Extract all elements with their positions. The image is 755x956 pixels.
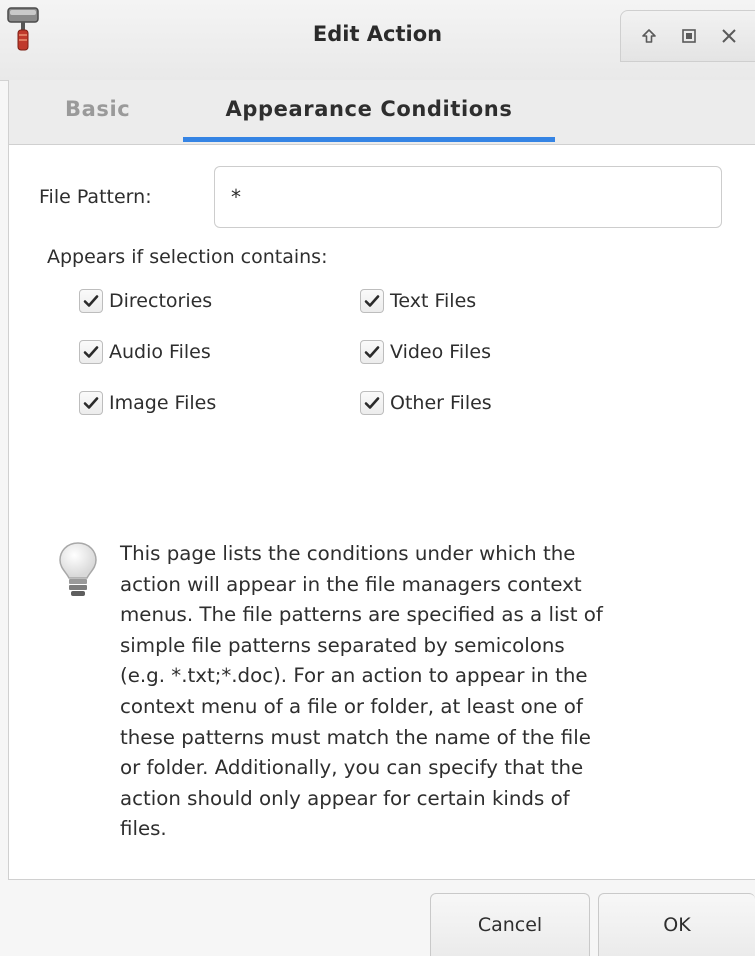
info-line: This page lists the conditions under whi… [120,542,576,565]
tab-basic[interactable]: Basic [65,80,130,144]
close-icon[interactable] [719,26,739,46]
checkbox-label: Video Files [390,341,491,363]
info-line: menus. The file patterns are specified a… [120,603,603,627]
restore-icon[interactable] [679,26,699,46]
checkbox-audio-files[interactable]: Audio Files [79,340,211,364]
checkmark-icon[interactable] [79,289,103,313]
info-line: these patterns must match the name of th… [120,725,591,749]
info-line: simple file patterns separated by semico… [120,633,565,657]
lightbulb-icon [56,540,100,602]
info-line: (e.g. *.txt;*.doc). For an action to app… [120,664,588,688]
checkbox-label: Directories [109,290,213,312]
window-controls [620,10,755,62]
checkbox-directories[interactable]: Directories [79,289,212,313]
info-line: context menu of a file or folder, at lea… [120,694,583,718]
info-text: This page lists the conditions under whi… [120,539,720,845]
checkmark-icon[interactable] [360,289,384,313]
checkbox-video-files[interactable]: Video Files [360,340,491,364]
title-bar: Edit Action [0,0,755,81]
appears-if-label: Appears if selection contains: [47,246,328,268]
checkbox-image-files[interactable]: Image Files [79,391,216,415]
info-line: or folder. Additionally, you can specify… [120,756,584,780]
checkbox-label: Text Files [390,290,477,312]
info-line: action will appear in the file managers … [120,572,582,596]
checkmark-icon[interactable] [360,391,384,415]
checkmark-icon[interactable] [360,340,384,364]
ok-button[interactable]: OK [598,893,755,956]
maximize-icon[interactable] [639,26,659,46]
tab-bar: Basic Appearance Conditions [8,80,755,144]
file-pattern-label: File Pattern: [39,186,152,208]
checkbox-label: Image Files [109,392,217,414]
tab-appearance-conditions[interactable]: Appearance Conditions [183,80,555,144]
checkbox-other-files[interactable]: Other Files [360,391,492,415]
info-line: files. [120,817,167,841]
checkbox-text-files[interactable]: Text Files [360,289,476,313]
checkmark-icon[interactable] [79,391,103,415]
info-line: action should only appear for certain ki… [120,786,570,810]
checkbox-label: Other Files [390,392,492,414]
checkmark-icon[interactable] [79,340,103,364]
cancel-button[interactable]: Cancel [430,893,590,956]
checkbox-label: Audio Files [109,341,211,363]
file-pattern-input[interactable]: * [214,166,722,228]
